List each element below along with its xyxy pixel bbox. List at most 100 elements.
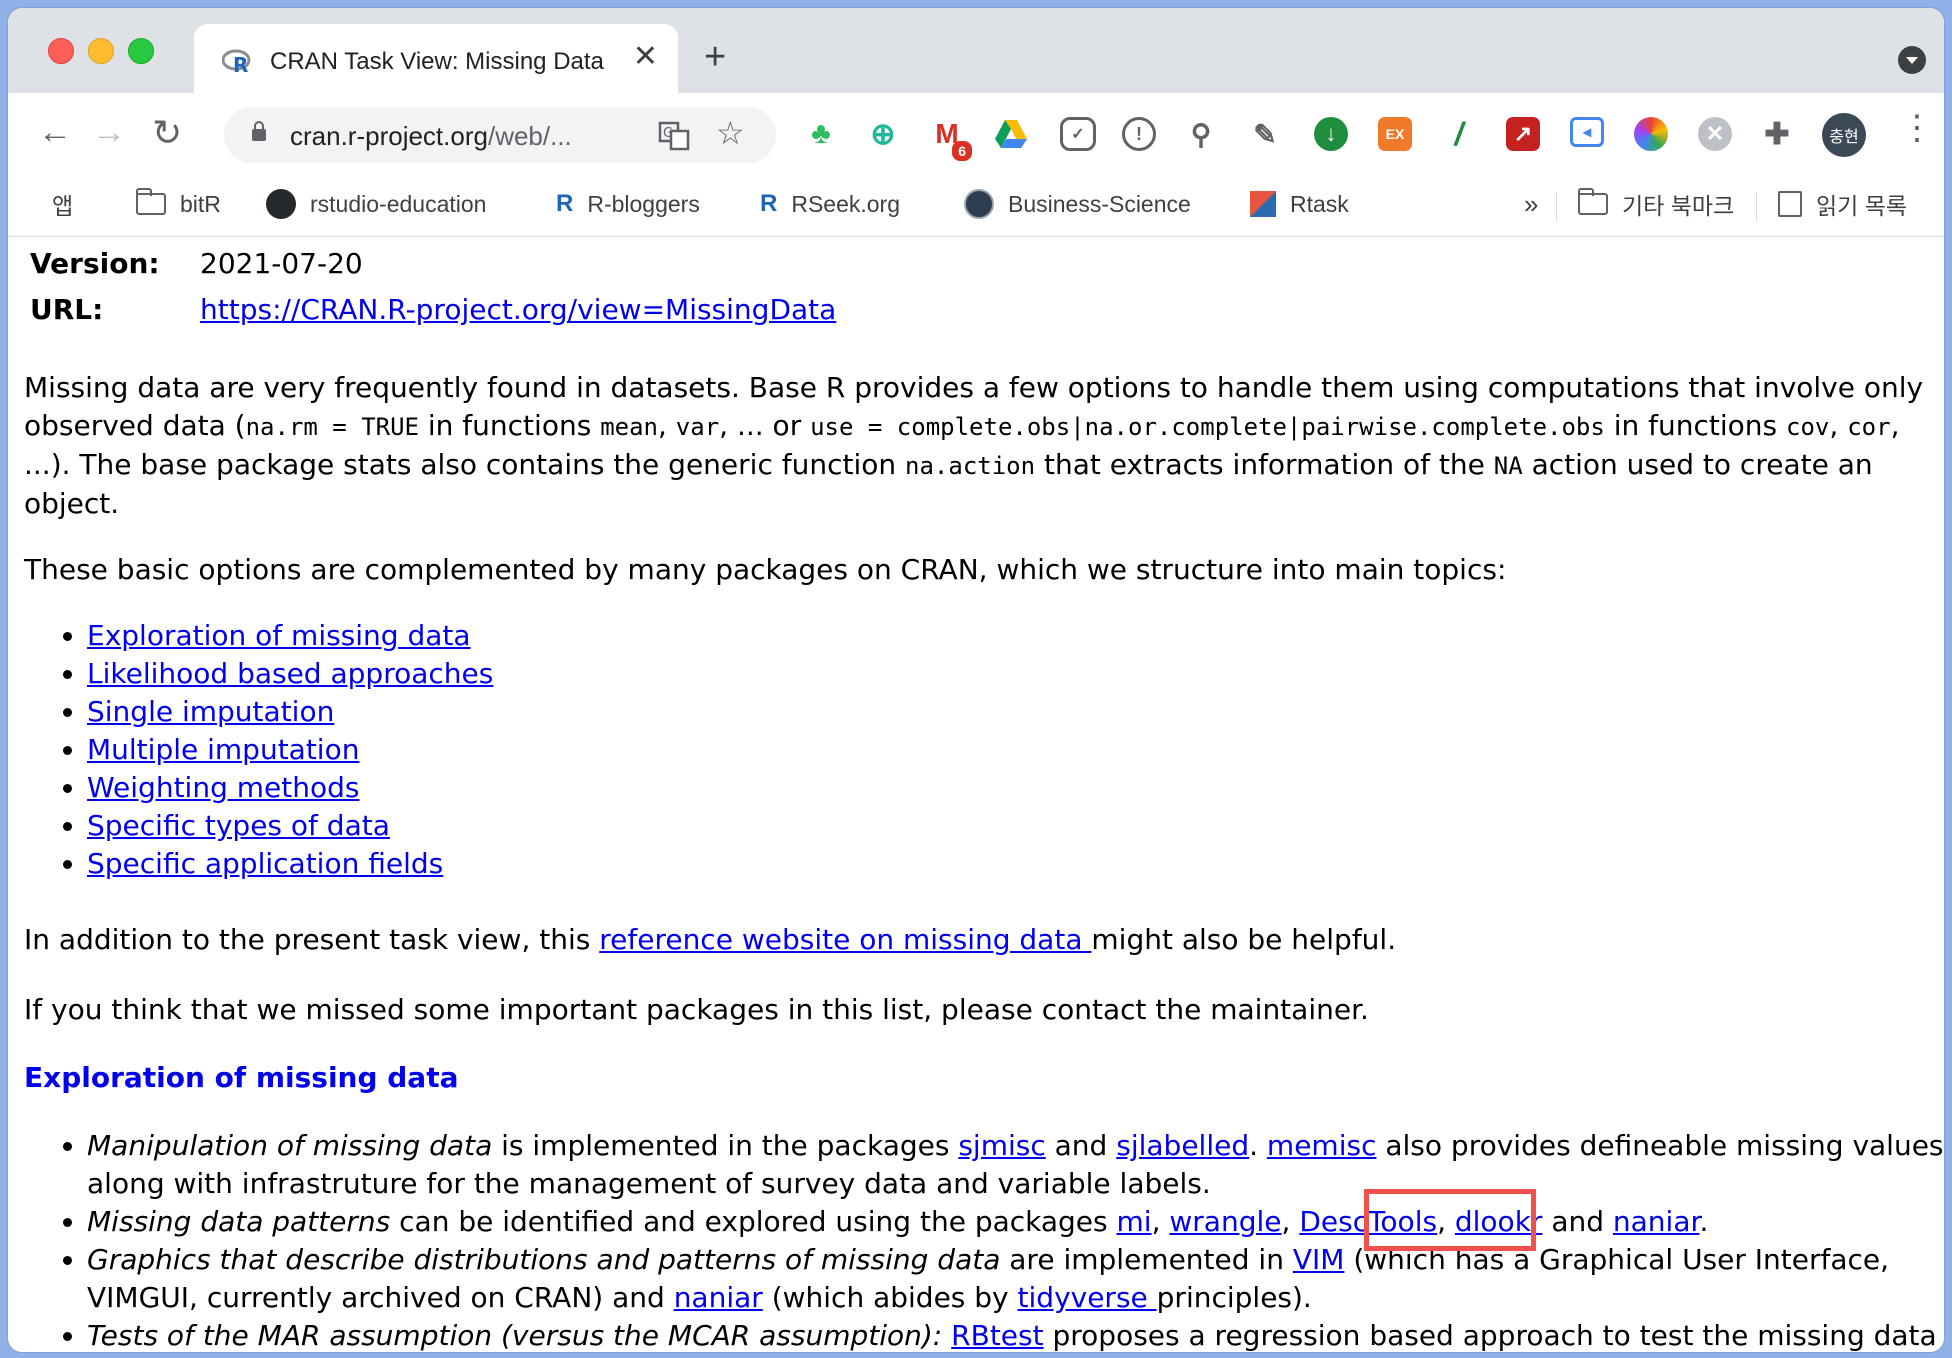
- download-extension-icon[interactable]: ↓: [1314, 117, 1348, 151]
- topic-link-application-fields[interactable]: Specific application fields: [87, 847, 443, 880]
- pocket-extension-icon[interactable]: ✓: [1060, 117, 1096, 151]
- bullet-text: can be identified and explored using the…: [390, 1205, 1117, 1238]
- tab-close-icon[interactable]: ✕: [633, 42, 658, 72]
- reload-button[interactable]: ↻: [152, 115, 182, 151]
- intro-text: ,: [657, 409, 676, 442]
- profile-avatar[interactable]: 충현: [1822, 113, 1866, 157]
- bookmark-rtask[interactable]: Rtask: [1250, 184, 1349, 224]
- bookmark-label: 읽기 목록: [1816, 193, 1908, 219]
- add-to-collection-extension-icon[interactable]: ⊕: [866, 117, 900, 151]
- bullet-text: is implemented in the packages: [492, 1129, 959, 1162]
- reference-website-link[interactable]: reference website on missing data: [599, 923, 1091, 956]
- package-link-naniar-2[interactable]: naniar: [674, 1281, 763, 1314]
- bookmark-star-icon[interactable]: ☆: [716, 117, 745, 149]
- list-item: Likelihood based approaches: [87, 655, 493, 693]
- package-link-mi[interactable]: mi: [1117, 1205, 1152, 1238]
- url-path: /web/...: [487, 121, 572, 151]
- bookmark-rseek[interactable]: R RSeek.org: [760, 184, 900, 224]
- list-item: Single imputation: [87, 693, 493, 731]
- tools-extension-icon[interactable]: ✕: [1698, 117, 1732, 151]
- topic-link-specific-types[interactable]: Specific types of data: [87, 809, 390, 842]
- version-row: Version: 2021-07-20: [30, 247, 363, 280]
- code-var: var: [675, 413, 720, 441]
- intro-text: , ... or: [719, 409, 811, 442]
- tab-search-icon[interactable]: [1898, 46, 1926, 74]
- intro-text: ,: [1829, 409, 1848, 442]
- bookmark-label: R-bloggers: [587, 190, 700, 217]
- google-drive-extension-icon[interactable]: [994, 117, 1028, 151]
- minimize-window-button[interactable]: [88, 38, 114, 64]
- back-button[interactable]: ←: [38, 115, 72, 149]
- topic-link-single-imputation[interactable]: Single imputation: [87, 695, 334, 728]
- zoom-inspector-extension-icon[interactable]: ⚲: [1184, 117, 1218, 151]
- list-item: Manipulation of missing data is implemen…: [87, 1127, 1944, 1203]
- color-picker-extension-icon[interactable]: [1634, 117, 1668, 151]
- tag-extension-icon[interactable]: ◂: [1570, 117, 1604, 147]
- url-row: URL: https://CRAN.R-project.org/view=Miss…: [30, 293, 836, 326]
- close-window-button[interactable]: [48, 38, 74, 64]
- page-content: Version: 2021-07-20 URL: https://CRAN.R-pr…: [8, 237, 1944, 1352]
- code-na-rm: na.rm = TRUE: [245, 413, 419, 441]
- package-link-vim[interactable]: VIM: [1293, 1243, 1345, 1276]
- intro-text: in functions: [418, 409, 601, 442]
- exporter-extension-icon[interactable]: EX: [1378, 117, 1412, 151]
- version-label: Version:: [30, 247, 160, 280]
- new-tab-button[interactable]: +: [704, 38, 726, 76]
- package-link-rbtest[interactable]: RBtest: [951, 1319, 1043, 1352]
- bullet-text: and: [1542, 1205, 1613, 1238]
- bullet-emphasis: Manipulation of missing data: [87, 1129, 493, 1162]
- zoom-window-button[interactable]: [128, 38, 154, 64]
- evernote-extension-icon[interactable]: ♣: [804, 117, 838, 151]
- pen-extension-icon[interactable]: /: [1442, 116, 1476, 152]
- bookmark-other-folder[interactable]: 기타 북마크: [1577, 184, 1734, 224]
- url-host: cran.r-project.org: [290, 121, 488, 151]
- bookmark-apps[interactable]: 앱: [38, 184, 73, 224]
- translate-icon[interactable]: G: [658, 121, 690, 151]
- intro-text: in functions: [1604, 409, 1787, 442]
- package-link-sjmisc[interactable]: sjmisc: [958, 1129, 1045, 1162]
- bullet-text: are implemented in: [1000, 1243, 1293, 1276]
- bookmark-rstudio-education[interactable]: rstudio-education: [266, 184, 486, 224]
- bookmarks-divider: [1556, 192, 1557, 222]
- rseek-icon: R: [760, 190, 778, 217]
- package-link-naniar[interactable]: naniar: [1613, 1205, 1700, 1238]
- topic-link-exploration[interactable]: Exploration of missing data: [87, 619, 471, 652]
- task-view-url-link[interactable]: https://CRAN.R-project.org/view=MissingD…: [200, 293, 836, 326]
- bookmark-label: Business-Science: [1008, 190, 1191, 217]
- lock-icon[interactable]: [252, 121, 266, 141]
- bullet-text: .: [1249, 1129, 1267, 1162]
- password-manager-extension-icon[interactable]: !: [1122, 117, 1156, 151]
- list-item: Exploration of missing data: [87, 617, 493, 655]
- address-bar[interactable]: cran.r-project.org/web/... G ☆: [224, 107, 776, 163]
- bookmarks-overflow-button[interactable]: »: [1524, 184, 1538, 224]
- code-cor: cor: [1847, 413, 1891, 441]
- extensions-puzzle-icon[interactable]: ✚: [1760, 117, 1794, 151]
- forward-button[interactable]: →: [92, 115, 126, 149]
- bookmark-r-bloggers[interactable]: R R-bloggers: [556, 184, 700, 224]
- topic-link-weighting[interactable]: Weighting methods: [87, 771, 359, 804]
- bookmark-business-science[interactable]: Business-Science: [964, 184, 1191, 224]
- url-text[interactable]: cran.r-project.org/web/...: [290, 121, 572, 152]
- package-link-tidyverse[interactable]: tidyverse: [1018, 1281, 1157, 1314]
- bullet-emphasis: Missing data patterns: [87, 1205, 391, 1238]
- tab-cran-task-view[interactable]: R CRAN Task View: Missing Data ✕: [194, 24, 678, 94]
- bookmark-folder-bitr[interactable]: bitR: [135, 184, 221, 224]
- bullet-text: ,: [1281, 1205, 1300, 1238]
- topics-list: Exploration of missing data Likelihood b…: [24, 617, 493, 883]
- gmail-checker-extension-icon[interactable]: M6: [930, 117, 972, 161]
- package-link-wrangle[interactable]: wrangle: [1169, 1205, 1281, 1238]
- github-icon: [266, 189, 296, 219]
- list-item: Specific application fields: [87, 845, 493, 883]
- eyedropper-extension-icon[interactable]: ✎: [1248, 117, 1282, 151]
- topic-link-multiple-imputation[interactable]: Multiple imputation: [87, 733, 359, 766]
- folder-icon: [1577, 188, 1608, 215]
- browser-menu-icon[interactable]: ⋮: [1900, 111, 1934, 145]
- package-link-sjlabelled[interactable]: sjlabelled: [1116, 1129, 1249, 1162]
- exploration-list: Manipulation of missing data is implemen…: [24, 1127, 1944, 1352]
- bullet-text: .: [1699, 1205, 1709, 1238]
- package-link-memisc[interactable]: memisc: [1267, 1129, 1377, 1162]
- link-arrow-extension-icon[interactable]: ↗: [1506, 117, 1540, 151]
- highlight-box: [1364, 1189, 1536, 1251]
- reading-list-button[interactable]: 읽기 목록: [1778, 184, 1907, 224]
- topic-link-likelihood[interactable]: Likelihood based approaches: [87, 657, 493, 690]
